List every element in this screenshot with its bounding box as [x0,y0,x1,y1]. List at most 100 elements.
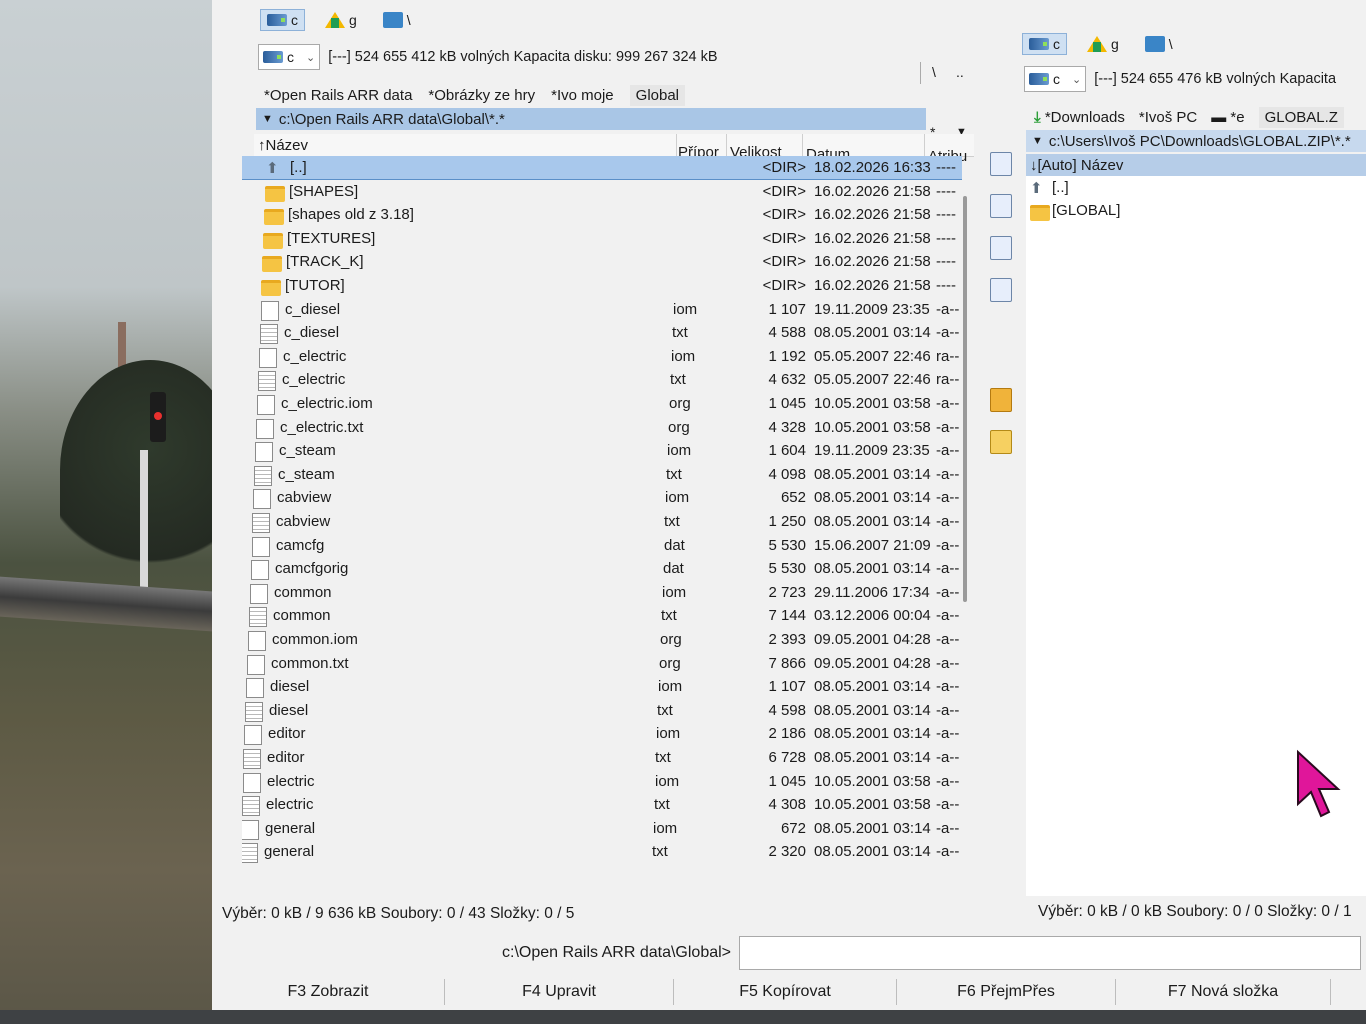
left-drive-network[interactable]: \ [377,10,417,30]
tab-downloads[interactable]: ⤓ *Downloads [1034,109,1125,126]
table-row[interactable]: [TUTOR] <DIR> 16.02.2026 21:58 ---- [242,274,962,297]
f7-new-folder-button[interactable]: F7 Nová složka [1116,979,1331,1005]
left-scrollbar[interactable] [963,196,967,602]
row-ext: txt [664,513,680,530]
f4-edit-button[interactable]: F4 Upravit [445,979,674,1005]
file-icon [247,654,265,675]
row-attr: -a-- [936,300,960,318]
move-icon[interactable] [990,278,1012,302]
edit-icon[interactable] [990,194,1012,218]
monitor-bezel [0,1010,1366,1024]
table-row[interactable]: c_steam iom 1 604 19.11.2009 23:35 -a-- [242,439,962,463]
right-drive-combo[interactable]: c ⌄ [1024,66,1087,92]
col-auto-name[interactable]: ↓[Auto] Název [1030,157,1123,174]
row-ext: txt [670,371,686,389]
tab-global-zip[interactable]: GLOBAL.Z [1258,106,1344,128]
row-name: general [264,843,315,861]
left-drive-bar: c g \ [260,6,417,34]
row-date: 29.11.2006 17:34 [814,583,930,601]
root-dir-button[interactable]: \ [932,64,936,80]
table-row[interactable]: general txt 2 320 08.05.2001 03:14 -a-- [242,840,962,864]
table-row[interactable]: ⬆ [..] [1026,176,1366,199]
row-name: editor [267,749,305,766]
right-drive-c[interactable]: c [1022,33,1067,55]
row-size: <DIR> [762,159,806,176]
parent-folder-icon: ⬆ [266,160,279,177]
new-folder-icon[interactable] [990,430,1012,454]
table-row[interactable]: common txt 7 144 03.12.2006 00:04 -a-- [242,604,962,628]
row-date: 16.02.2026 21:58 [814,253,931,271]
row-date: 08.05.2001 03:14 [814,513,931,530]
table-row[interactable]: [shapes old z 3.18] <DIR> 16.02.2026 21:58… [242,203,962,226]
left-drive-c[interactable]: c [260,9,305,31]
row-date: 15.06.2007 21:09 [814,536,931,554]
table-row[interactable]: [TRACK_K] <DIR> 16.02.2026 21:58 ---- [242,250,962,273]
row-ext: dat [663,560,684,578]
copy-icon[interactable] [990,236,1012,260]
left-path-bar[interactable]: ▼ c:\Open Rails ARR data\Global\*.* [256,108,926,130]
table-row[interactable]: c_electric.iom org 1 045 10.05.2001 03:58 -a… [242,392,962,415]
table-row[interactable]: [GLOBAL] [1026,199,1366,222]
table-row[interactable]: electric txt 4 308 10.05.2001 03:58 -a-- [242,793,962,817]
table-row[interactable]: electric iom 1 045 10.05.2001 03:58 -a-- [242,770,962,793]
table-row[interactable]: [SHAPES] <DIR> 16.02.2026 21:58 ---- [242,180,962,203]
table-row[interactable]: diesel txt 4 598 08.05.2001 03:14 -a-- [242,699,962,722]
left-file-list[interactable]: ⬆ [..] <DIR> 18.02.2026 16:33 ---- [SHAPES] <D… [242,156,962,896]
parent-dir-button[interactable]: .. [956,64,964,80]
table-row[interactable]: camcfg dat 5 530 15.06.2007 21:09 -a-- [242,534,962,557]
row-name: c_electric [283,347,347,365]
tab-ivo-moje[interactable]: *Ivo moje [551,87,614,104]
table-row[interactable]: c_steam txt 4 098 08.05.2001 03:14 -a-- [242,463,962,486]
right-drive-g[interactable]: g [1081,34,1125,54]
table-row[interactable]: common.iom org 2 393 09.05.2001 04:28 -a-- [242,628,962,651]
table-row[interactable]: cabview iom 652 08.05.2001 03:14 -a-- [242,486,962,510]
download-icon: ⤓ [1034,108,1041,126]
row-size: 7 866 [768,654,806,672]
col-name[interactable]: ↑Název [258,137,308,154]
file-icon [252,536,270,557]
tab-obrazky[interactable]: *Obrázky ze hry [428,87,535,104]
row-attr: -a-- [936,796,960,814]
table-row[interactable]: editor iom 2 186 08.05.2001 03:14 -a-- [242,722,962,746]
command-input[interactable] [739,936,1362,970]
tab-open-rails[interactable]: *Open Rails ARR data [264,87,412,104]
row-ext: iom [671,347,696,365]
row-ext: iom [655,772,680,790]
table-row[interactable]: c_electric txt 4 632 05.05.2007 22:46 ra-- [242,368,962,392]
tab-e[interactable]: ▬ *e [1211,109,1244,126]
table-row[interactable]: c_diesel iom 1 107 19.11.2009 23:35 -a-- [242,298,962,321]
row-size: 4 588 [768,324,806,342]
right-status: Výběr: 0 kB / 0 kB Soubory: 0 / 0 Složky… [1038,903,1352,920]
row-name: cabview [276,513,331,530]
row-ext: txt [657,701,673,719]
row-size: 4 598 [768,701,806,719]
file-icon [249,607,267,628]
left-drive-combo[interactable]: c ⌄ [258,44,321,70]
folder-icon [262,256,282,273]
table-row[interactable]: camcfgorig dat 5 530 08.05.2001 03:14 -a-- [242,557,962,581]
f6-move-button[interactable]: F6 PřejmPřes [897,979,1116,1005]
f5-copy-button[interactable]: F5 Kopírovat [674,979,897,1005]
right-drive-network[interactable]: \ [1139,34,1179,54]
table-row[interactable]: [TEXTURES] <DIR> 16.02.2026 21:58 ---- [242,227,962,250]
row-name: common.txt [271,654,349,672]
table-row[interactable]: c_electric.txt org 4 328 10.05.2001 03:58 -a… [242,416,962,439]
row-size: <DIR> [762,277,806,294]
pack-icon[interactable] [990,388,1012,412]
table-row[interactable]: ⬆ [..] <DIR> 18.02.2026 16:33 ---- [242,156,962,180]
view-icon[interactable] [990,152,1012,176]
table-row[interactable]: common iom 2 723 29.11.2006 17:34 -a-- [242,581,962,604]
table-row[interactable]: diesel iom 1 107 08.05.2001 03:14 -a-- [242,675,962,699]
table-row[interactable]: c_diesel txt 4 588 08.05.2001 03:14 -a-- [242,321,962,345]
right-path-bar[interactable]: ▼ c:\Users\Ivoš PC\Downloads\GLOBAL.ZIP\… [1026,130,1366,152]
tab-ivos-pc[interactable]: *Ivoš PC [1139,109,1197,126]
left-drive-g[interactable]: g [319,10,363,30]
table-row[interactable]: cabview txt 1 250 08.05.2001 03:14 -a-- [242,510,962,533]
table-row[interactable]: common.txt org 7 866 09.05.2001 04:28 -a-- [242,652,962,675]
right-path-text: c:\Users\Ivoš PC\Downloads\GLOBAL.ZIP\*.… [1048,132,1351,150]
table-row[interactable]: c_electric iom 1 192 05.05.2007 22:46 ra-- [242,345,962,368]
tab-global[interactable]: Global [629,84,686,106]
table-row[interactable]: general iom 672 08.05.2001 03:14 -a-- [242,817,962,840]
table-row[interactable]: editor txt 6 728 08.05.2001 03:14 -a-- [242,746,962,769]
f3-view-button[interactable]: F3 Zobrazit [212,979,445,1005]
